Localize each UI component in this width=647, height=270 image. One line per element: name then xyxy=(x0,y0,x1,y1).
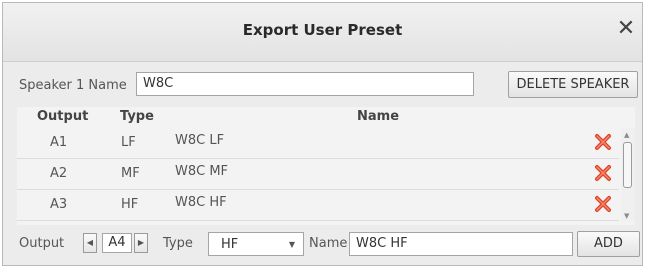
table-row[interactable]: A3 HF W8C HF xyxy=(17,190,619,221)
type-select[interactable]: HF ▼ xyxy=(208,232,304,256)
header-output: Output xyxy=(37,109,89,124)
output-value[interactable]: A4 xyxy=(102,233,132,253)
table-scrollbar[interactable]: ▲ ▼ xyxy=(621,128,635,222)
speaker-name-input[interactable]: W8C xyxy=(136,72,474,96)
row-name: W8C MF xyxy=(175,164,229,179)
scroll-down-icon[interactable]: ▼ xyxy=(624,212,629,220)
output-next-button[interactable]: ▶ xyxy=(134,233,148,253)
row-output: A3 xyxy=(50,197,68,212)
dialog-titlebar: Export User Preset ✕ xyxy=(3,3,642,62)
header-name: Name xyxy=(357,109,400,124)
row-output: A1 xyxy=(50,135,68,150)
scroll-up-icon[interactable]: ▲ xyxy=(624,131,629,139)
output-label: Output xyxy=(19,236,65,251)
row-name: W8C HF xyxy=(175,195,227,210)
scroll-thumb[interactable] xyxy=(623,142,632,188)
output-prev-button[interactable]: ◀ xyxy=(83,233,97,253)
dialog-title: Export User Preset xyxy=(242,21,403,39)
table-row[interactable]: A1 LF W8C LF xyxy=(17,128,619,159)
delete-row-icon[interactable] xyxy=(593,194,613,214)
type-label: Type xyxy=(163,236,193,251)
row-type: HF xyxy=(121,197,139,212)
row-output: A2 xyxy=(50,166,68,181)
add-button[interactable]: ADD xyxy=(577,231,640,257)
outputs-table: Output Type Name A1 LF W8C LF A2 MF W8C … xyxy=(17,107,635,225)
chevron-down-icon: ▼ xyxy=(288,240,295,249)
header-type: Type xyxy=(120,109,154,124)
table-header: Output Type Name xyxy=(17,107,635,127)
export-user-preset-dialog: Export User Preset ✕ Speaker 1 Name W8C … xyxy=(2,2,643,266)
table-row[interactable]: A2 MF W8C MF xyxy=(17,159,619,190)
row-type: LF xyxy=(121,135,136,150)
row-name: W8C LF xyxy=(175,133,225,148)
delete-row-icon[interactable] xyxy=(593,163,613,183)
row-type: MF xyxy=(121,166,140,181)
add-output-row: Output ◀ A4 ▶ Type HF ▼ Name W8C HF ADD xyxy=(3,229,642,259)
speaker-name-row: Speaker 1 Name W8C DELETE SPEAKER xyxy=(3,71,642,101)
name-label: Name xyxy=(309,236,348,251)
delete-row-icon[interactable] xyxy=(593,132,613,152)
delete-speaker-button[interactable]: DELETE SPEAKER xyxy=(508,71,638,98)
close-icon[interactable]: ✕ xyxy=(614,16,638,42)
speaker-name-label: Speaker 1 Name xyxy=(19,78,127,93)
type-select-value: HF xyxy=(221,237,239,252)
output-name-input[interactable]: W8C HF xyxy=(349,232,573,256)
